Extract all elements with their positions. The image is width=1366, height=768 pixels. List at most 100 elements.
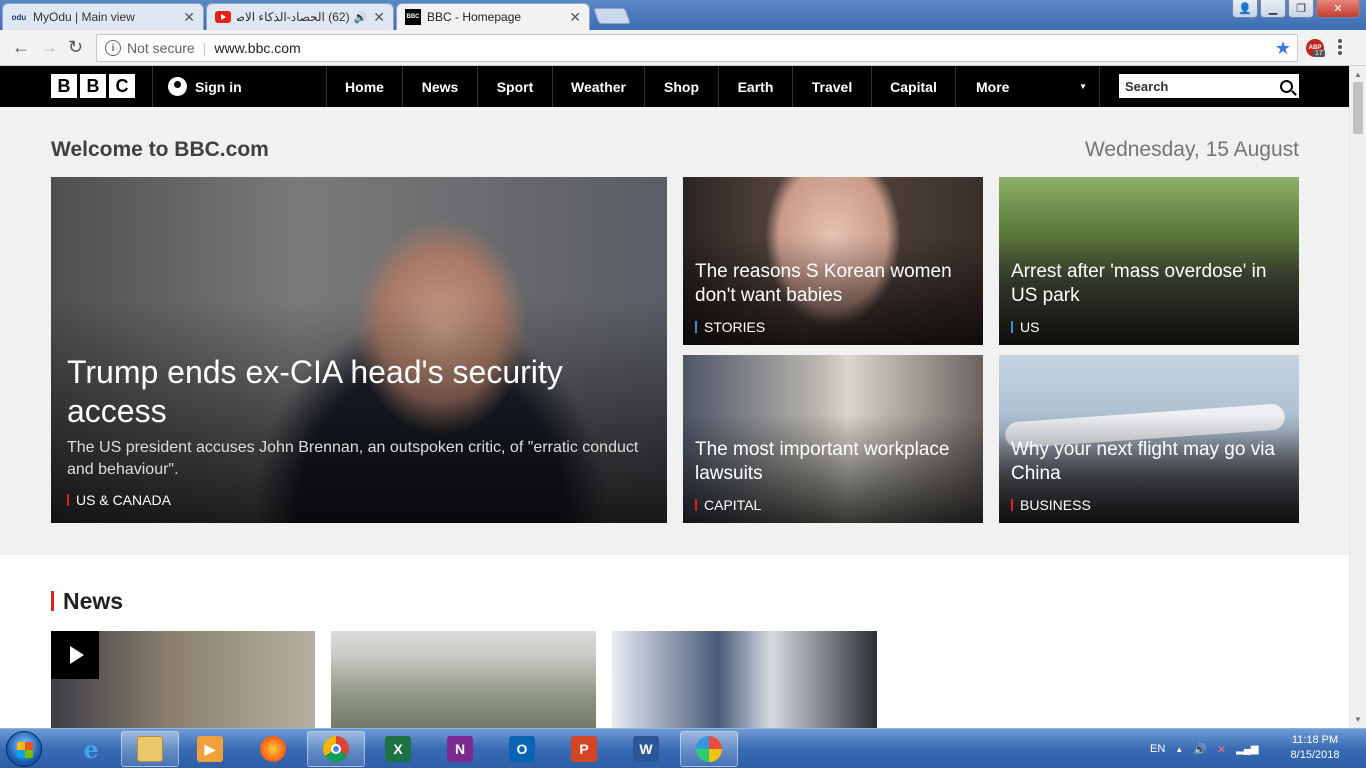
- news-card[interactable]: [612, 631, 877, 728]
- speaker-icon[interactable]: 🔊: [354, 11, 368, 24]
- nav-more-label: More: [976, 78, 1010, 95]
- bookmark-star-icon[interactable]: ★: [1275, 38, 1291, 59]
- browser-tabstrip: odu MyOdu | Main view ✕ (62) الحصاد-الذك…: [0, 0, 1366, 30]
- close-icon[interactable]: ✕: [569, 9, 581, 26]
- welcome-section: Welcome to BBC.com Wednesday, 15 August …: [0, 107, 1349, 555]
- scroll-down-icon[interactable]: ▼: [1354, 715, 1362, 724]
- play-icon[interactable]: [51, 631, 99, 679]
- nav-news[interactable]: News: [403, 66, 478, 107]
- sign-in-button[interactable]: Sign in: [152, 66, 327, 107]
- nav-earth[interactable]: Earth: [719, 66, 793, 107]
- tab-myodu[interactable]: odu MyOdu | Main view ✕: [2, 3, 204, 30]
- story-headline[interactable]: Arrest after 'mass overdose' in US park: [1011, 260, 1287, 308]
- excel-icon[interactable]: X: [369, 731, 427, 767]
- page-viewport: BBC Sign in Home News Sport Weather Shop…: [0, 66, 1349, 728]
- close-icon[interactable]: ✕: [373, 9, 385, 26]
- lead-story[interactable]: Trump ends ex-CIA head's security access…: [51, 177, 667, 523]
- address-bar[interactable]: i Not secure | www.bbc.com ★: [96, 34, 1298, 62]
- internet-explorer-icon[interactable]: e: [62, 731, 120, 767]
- story-tag[interactable]: STORIES: [695, 319, 765, 335]
- news-card[interactable]: [51, 631, 315, 728]
- firefox-icon[interactable]: [244, 731, 302, 767]
- bbc-navbar: BBC Sign in Home News Sport Weather Shop…: [0, 66, 1349, 107]
- page-scrollbar[interactable]: ▲ ▼: [1349, 66, 1366, 728]
- user-icon: [168, 77, 187, 96]
- search-box[interactable]: [1119, 74, 1299, 98]
- clock-time: 11:18 PM: [1291, 734, 1339, 746]
- story-card[interactable]: Why your next flight may go via China BU…: [999, 355, 1299, 523]
- chrome-menu-icon[interactable]: [1338, 39, 1342, 57]
- new-tab-button[interactable]: [593, 8, 631, 24]
- close-icon[interactable]: ✕: [183, 9, 195, 26]
- network-error-icon[interactable]: ✕: [1217, 743, 1226, 756]
- scroll-up-icon[interactable]: ▲: [1354, 70, 1362, 79]
- nav-sport[interactable]: Sport: [478, 66, 553, 107]
- story-tag[interactable]: US: [1011, 319, 1039, 335]
- story-card[interactable]: Arrest after 'mass overdose' in US park …: [999, 177, 1299, 345]
- tab-title: (62) الحصاد-الذكاء الاصطنا: [237, 10, 350, 24]
- nav-travel[interactable]: Travel: [793, 66, 872, 107]
- info-icon[interactable]: i: [105, 40, 121, 56]
- maximize-button[interactable]: ❐: [1288, 0, 1314, 18]
- search-input[interactable]: [1125, 78, 1280, 94]
- word-icon[interactable]: W: [617, 731, 675, 767]
- story-headline[interactable]: Why your next flight may go via China: [1011, 438, 1287, 486]
- show-hidden-icons-icon[interactable]: ▲: [1175, 745, 1183, 754]
- primary-nav: Home News Sport Weather Shop Earth Trave…: [326, 66, 1100, 107]
- clock-date: 8/15/2018: [1290, 749, 1340, 761]
- language-indicator[interactable]: EN: [1150, 743, 1165, 755]
- nav-more[interactable]: More ▼: [956, 66, 1100, 107]
- outlook-icon[interactable]: O: [493, 731, 551, 767]
- lead-summary: The US president accuses John Brennan, a…: [67, 439, 639, 478]
- tab-title: MyOdu | Main view: [33, 10, 135, 24]
- user-icon[interactable]: 👤: [1232, 0, 1258, 18]
- forward-icon[interactable]: →: [40, 38, 58, 56]
- news-section-heading[interactable]: News: [51, 588, 123, 615]
- extension-badge: 17: [1313, 50, 1325, 57]
- nav-shop[interactable]: Shop: [645, 66, 719, 107]
- start-button[interactable]: [6, 731, 42, 767]
- media-player-icon[interactable]: ▶: [181, 731, 239, 767]
- nav-capital[interactable]: Capital: [872, 66, 956, 107]
- system-clock[interactable]: 11:18 PM 8/15/2018: [1280, 733, 1350, 763]
- system-tray: EN ▲ 🔊 ✕ ▂▄▆: [1150, 729, 1269, 768]
- divider: |: [202, 40, 207, 56]
- welcome-heading: Welcome to BBC.com: [51, 138, 269, 161]
- story-tag[interactable]: CAPITAL: [695, 497, 761, 513]
- paint-icon[interactable]: [680, 731, 738, 767]
- volume-icon[interactable]: 🔊: [1193, 743, 1207, 756]
- sign-in-label: Sign in: [195, 78, 242, 95]
- url-text[interactable]: www.bbc.com: [214, 40, 300, 56]
- caret-down-icon: ▼: [1079, 82, 1087, 91]
- security-status: Not secure: [127, 40, 195, 56]
- story-card[interactable]: The most important workplace lawsuits CA…: [683, 355, 983, 523]
- powerpoint-icon[interactable]: P: [555, 731, 613, 767]
- back-icon[interactable]: ←: [12, 38, 30, 56]
- tab-youtube[interactable]: (62) الحصاد-الذكاء الاصطنا 🔊 ✕: [206, 3, 394, 30]
- story-card[interactable]: The reasons S Korean women don't want ba…: [683, 177, 983, 345]
- close-window-button[interactable]: ✕: [1316, 0, 1360, 18]
- chrome-icon[interactable]: [307, 731, 365, 767]
- scroll-thumb[interactable]: [1353, 82, 1363, 134]
- browser-toolbar: ← → ↻ i Not secure | www.bbc.com ★ ABP 1…: [0, 30, 1366, 66]
- onenote-icon[interactable]: N: [431, 731, 489, 767]
- minimize-button[interactable]: ▁: [1260, 0, 1286, 18]
- bbc-icon: BBC: [405, 9, 421, 25]
- lead-tag[interactable]: US & CANADA: [67, 492, 171, 508]
- nav-home[interactable]: Home: [326, 66, 403, 107]
- news-card[interactable]: [331, 631, 596, 728]
- reload-icon[interactable]: ↻: [68, 38, 83, 56]
- lead-headline[interactable]: Trump ends ex-CIA head's security access: [67, 353, 627, 431]
- tab-title: BBC - Homepage: [427, 10, 522, 24]
- bbc-logo[interactable]: BBC: [51, 74, 135, 98]
- nav-weather[interactable]: Weather: [553, 66, 645, 107]
- story-tag[interactable]: BUSINESS: [1011, 497, 1091, 513]
- tab-bbc[interactable]: BBC BBC - Homepage ✕: [396, 3, 590, 30]
- signal-icon[interactable]: ▂▄▆: [1236, 744, 1258, 755]
- search-icon[interactable]: [1280, 79, 1293, 93]
- windows-taskbar: e ▶ X N O P W EN ▲ 🔊 ✕ ▂▄▆ 11:18 PM 8/15…: [0, 728, 1366, 768]
- story-headline[interactable]: The reasons S Korean women don't want ba…: [695, 260, 971, 308]
- file-explorer-icon[interactable]: [121, 731, 179, 767]
- story-headline[interactable]: The most important workplace lawsuits: [695, 438, 971, 486]
- youtube-icon: [215, 9, 231, 25]
